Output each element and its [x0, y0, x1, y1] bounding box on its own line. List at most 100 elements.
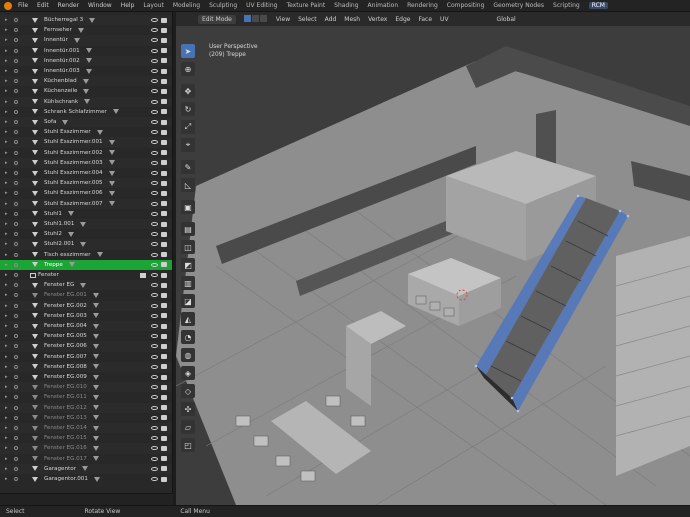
knife-icon[interactable]: ◪	[181, 294, 195, 308]
expand-arrow-icon[interactable]: ▸	[5, 221, 8, 227]
edge-slide-icon[interactable]: ◈	[181, 366, 195, 380]
outliner-row[interactable]: ▸ Stuhl Esszimmer.006	[0, 188, 172, 198]
eye-icon[interactable]	[151, 303, 158, 308]
exclude-checkbox-icon[interactable]	[14, 28, 18, 33]
menu-window[interactable]: Window	[88, 2, 112, 9]
outliner-row[interactable]: ▸ Garagentor.001	[0, 474, 172, 484]
exclude-checkbox-icon[interactable]	[14, 375, 18, 380]
eye-icon[interactable]	[151, 160, 158, 165]
exclude-checkbox-icon[interactable]	[14, 242, 18, 247]
expand-arrow-icon[interactable]: ▸	[5, 282, 8, 288]
eye-icon[interactable]	[151, 466, 158, 471]
expand-arrow-icon[interactable]: ▸	[5, 68, 8, 74]
exclude-checkbox-icon[interactable]	[14, 109, 18, 114]
camera-icon[interactable]	[161, 262, 167, 268]
expand-arrow-icon[interactable]: ▸	[5, 129, 8, 135]
exclude-checkbox-icon[interactable]	[14, 324, 18, 329]
bevel-icon[interactable]: ◩	[181, 258, 195, 272]
eye-icon[interactable]	[151, 415, 158, 420]
eye-icon[interactable]	[151, 18, 158, 23]
outliner-row[interactable]: ▸ Fenster EG.002	[0, 300, 172, 311]
exclude-checkbox-icon[interactable]	[14, 344, 18, 349]
tab-scripting[interactable]: Scripting	[553, 2, 580, 9]
eye-icon[interactable]	[151, 171, 158, 176]
tab-uv-editing[interactable]: UV Editing	[246, 2, 277, 9]
camera-icon[interactable]	[161, 68, 167, 74]
expand-arrow-icon[interactable]: ▸	[5, 17, 8, 23]
eye-icon[interactable]	[151, 222, 158, 227]
shear-icon[interactable]: ✣	[181, 402, 195, 416]
expand-arrow-icon[interactable]: ▸	[5, 190, 8, 196]
outliner-row[interactable]: ▸ Fenster EG.013	[0, 413, 172, 423]
outliner-row[interactable]: ▸ Sofa	[0, 117, 172, 128]
outliner-row[interactable]: ▸ Innentür.001	[0, 46, 172, 56]
expand-arrow-icon[interactable]: ▸	[5, 292, 8, 298]
expand-arrow-icon[interactable]: ▸	[5, 170, 8, 176]
camera-icon[interactable]	[161, 425, 167, 431]
cursor-icon[interactable]: ⊕	[181, 62, 195, 76]
eye-icon[interactable]	[151, 120, 158, 125]
exclude-checkbox-icon[interactable]	[14, 395, 18, 400]
camera-icon[interactable]	[161, 88, 167, 94]
exclude-checkbox-icon[interactable]	[14, 48, 18, 53]
outliner-row[interactable]: ▸ Fenster EG.011	[0, 392, 172, 402]
exclude-checkbox-icon[interactable]	[14, 334, 18, 339]
expand-arrow-icon[interactable]: ▸	[5, 201, 8, 207]
camera-icon[interactable]	[161, 415, 167, 421]
outliner-row[interactable]: ▸ Stuhl Esszimmer.004	[0, 168, 172, 178]
expand-arrow-icon[interactable]: ▸	[5, 241, 8, 247]
camera-icon[interactable]	[161, 323, 167, 329]
camera-icon[interactable]	[161, 241, 167, 247]
eye-icon[interactable]	[151, 313, 158, 318]
expand-arrow-icon[interactable]: ▸	[5, 160, 8, 166]
outliner-row[interactable]: ▸ Stuhl2.001	[0, 239, 172, 250]
expand-arrow-icon[interactable]: ▸	[5, 48, 8, 54]
eye-icon[interactable]	[151, 426, 158, 431]
tab-layout[interactable]: Layout	[143, 2, 163, 9]
camera-icon[interactable]	[161, 150, 167, 156]
eye-icon[interactable]	[151, 232, 158, 237]
exclude-checkbox-icon[interactable]	[14, 232, 18, 237]
expand-arrow-icon[interactable]: ▸	[5, 354, 8, 360]
outliner-row[interactable]: ▸ Innentür	[0, 35, 172, 46]
camera-icon[interactable]	[161, 292, 167, 298]
outliner-row[interactable]: ▸ Fenster	[0, 270, 172, 280]
eye-icon[interactable]	[151, 364, 158, 369]
camera-icon[interactable]	[161, 201, 167, 207]
tab-rcm[interactable]: RCM	[588, 2, 608, 9]
camera-icon[interactable]	[161, 313, 167, 319]
outliner-row[interactable]: ▸ Fenster EG.005	[0, 331, 172, 341]
expand-arrow-icon[interactable]: ▸	[5, 374, 8, 380]
expand-arrow-icon[interactable]: ▸	[5, 405, 8, 411]
tab-modeling[interactable]: Modeling	[173, 2, 200, 9]
outliner-row[interactable]: ▸ Innentür.002	[0, 55, 172, 66]
expand-arrow-icon[interactable]: ▸	[5, 456, 8, 462]
expand-arrow-icon[interactable]: ▸	[5, 445, 8, 451]
spin-icon[interactable]: ◔	[181, 330, 195, 344]
outliner-row[interactable]: ▸ Garagentor	[0, 463, 172, 474]
eye-icon[interactable]	[151, 446, 158, 451]
poly-build-icon[interactable]: ◭	[181, 312, 195, 326]
menu-select[interactable]: Select	[298, 16, 317, 23]
outliner-row[interactable]: ▸ Bücherregal 3	[0, 15, 172, 26]
tab-animation[interactable]: Animation	[368, 2, 399, 9]
menu-edge[interactable]: Edge	[395, 16, 410, 23]
exclude-checkbox-icon[interactable]	[14, 313, 18, 318]
outliner-row[interactable]: ▸ Fenster EG.015	[0, 433, 172, 443]
camera-icon[interactable]	[161, 435, 167, 441]
tab-compositing[interactable]: Compositing	[447, 2, 485, 9]
expand-arrow-icon[interactable]: ▸	[5, 313, 8, 319]
shrink-fatten-icon[interactable]: ◇	[181, 384, 195, 398]
eye-icon[interactable]	[151, 324, 158, 329]
eye-icon[interactable]	[151, 334, 158, 339]
camera-icon[interactable]	[161, 354, 167, 360]
camera-icon[interactable]	[161, 160, 167, 166]
expand-arrow-icon[interactable]: ▸	[5, 384, 8, 390]
outliner-row[interactable]: ▸ Schrank Schlafzimmer	[0, 107, 172, 117]
expand-arrow-icon[interactable]: ▸	[5, 272, 8, 278]
loop-cut-icon[interactable]: ▥	[181, 276, 195, 290]
outliner-row[interactable]: ▸ Stuhl Esszimmer.002	[0, 148, 172, 158]
expand-arrow-icon[interactable]: ▸	[5, 252, 8, 258]
tab-shading[interactable]: Shading	[334, 2, 358, 9]
inset-icon[interactable]: ◫	[181, 240, 195, 254]
